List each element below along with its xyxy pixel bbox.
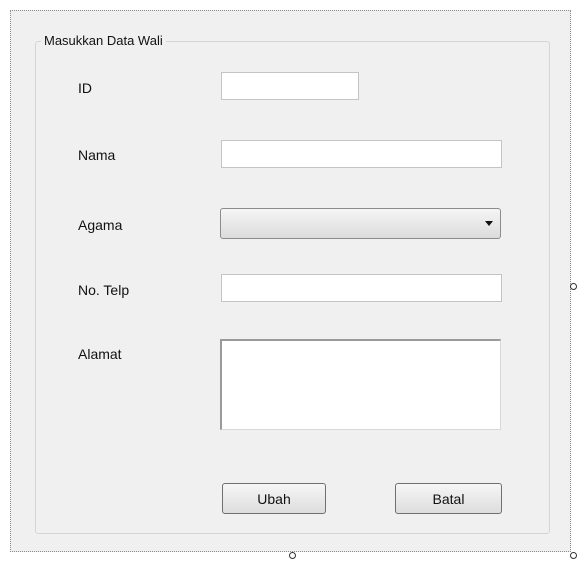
id-label: ID <box>78 80 92 96</box>
agama-dropdown[interactable] <box>220 208 501 239</box>
alamat-label: Alamat <box>78 346 122 362</box>
telp-field[interactable] <box>221 274 502 302</box>
telp-label: No. Telp <box>78 282 130 298</box>
groupbox-title: Masukkan Data Wali <box>41 33 166 49</box>
agama-label: Agama <box>78 217 123 233</box>
id-field[interactable] <box>221 72 359 100</box>
nama-field[interactable] <box>221 140 502 168</box>
resize-handle-icon-corner[interactable] <box>570 552 577 559</box>
alamat-field[interactable] <box>220 339 501 430</box>
batal-button[interactable]: Batal <box>395 483 502 514</box>
nama-label: Nama <box>78 147 116 163</box>
resize-handle-icon-bottom[interactable] <box>289 552 296 559</box>
resize-handle-icon-right[interactable] <box>570 283 577 290</box>
chevron-down-icon[interactable] <box>485 221 493 226</box>
ubah-button[interactable]: Ubah <box>222 483 326 514</box>
